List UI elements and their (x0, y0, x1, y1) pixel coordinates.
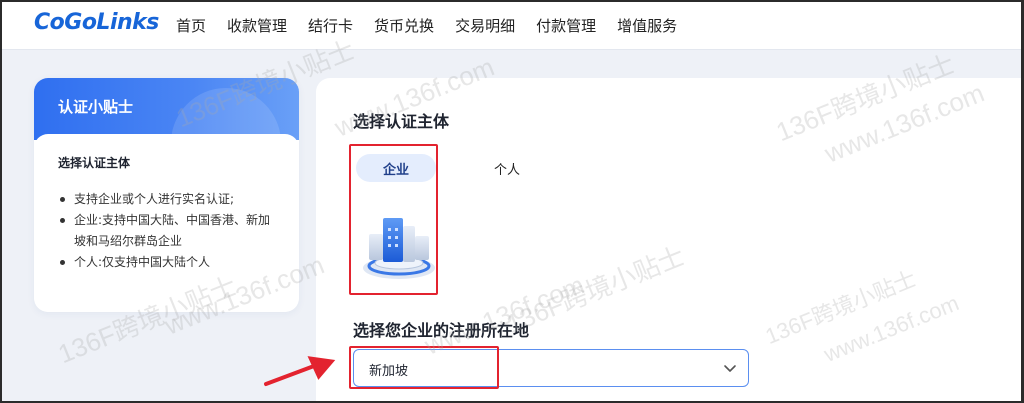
tips-list-item: 支持企业或个人进行实名认证; (58, 189, 275, 210)
certification-tips-card: 认证小贴士 选择认证主体 支持企业或个人进行实名认证; 企业:支持中国大陆、中国… (34, 78, 299, 312)
tips-list: 支持企业或个人进行实名认证; 企业:支持中国大陆、中国香港、新加坡和马绍尔群岛企… (58, 189, 275, 273)
annotation-box-enterprise (349, 144, 438, 295)
tab-personal[interactable]: 个人 (479, 154, 535, 182)
annotation-arrow-icon (264, 356, 336, 386)
nav-item-transaction-details[interactable]: 交易明细 (455, 15, 515, 36)
nav-item-payment-management[interactable]: 付款管理 (536, 15, 596, 36)
subject-section-title: 选择认证主体 (353, 112, 450, 131)
annotation-box-location (349, 346, 499, 389)
nav-item-receipt-management[interactable]: 收款管理 (227, 15, 287, 36)
tips-list-item: 企业:支持中国大陆、中国香港、新加坡和马绍尔群岛企业 (58, 210, 275, 252)
top-navigation-bar: CoGoLinks 首页 收款管理 结行卡 货币兑换 交易明细 付款管理 增值服… (0, 0, 1024, 50)
nav-item-settlement-card[interactable]: 结行卡 (308, 15, 353, 36)
tips-card-body: 选择认证主体 支持企业或个人进行实名认证; 企业:支持中国大陆、中国香港、新加坡… (34, 134, 299, 312)
chevron-down-icon (724, 365, 736, 372)
certification-main-panel: 选择认证主体 企业 个人 选择您企业的注册所在地 新加坡 (316, 78, 1024, 403)
nav-item-home[interactable]: 首页 (176, 15, 206, 36)
tips-list-item: 个人:仅支持中国大陆个人 (58, 252, 275, 273)
tips-title: 认证小贴士 (58, 98, 134, 116)
main-nav: 首页 收款管理 结行卡 货币兑换 交易明细 付款管理 增值服务 (176, 0, 698, 50)
cogolinks-logo[interactable]: CoGoLinks (34, 10, 159, 35)
location-section-title: 选择您企业的注册所在地 (353, 321, 530, 340)
tips-subtitle: 选择认证主体 (58, 156, 131, 170)
nav-item-currency-exchange[interactable]: 货币兑换 (374, 15, 434, 36)
nav-item-value-added-services[interactable]: 增值服务 (617, 15, 677, 36)
tips-card-header: 认证小贴士 (34, 78, 299, 198)
